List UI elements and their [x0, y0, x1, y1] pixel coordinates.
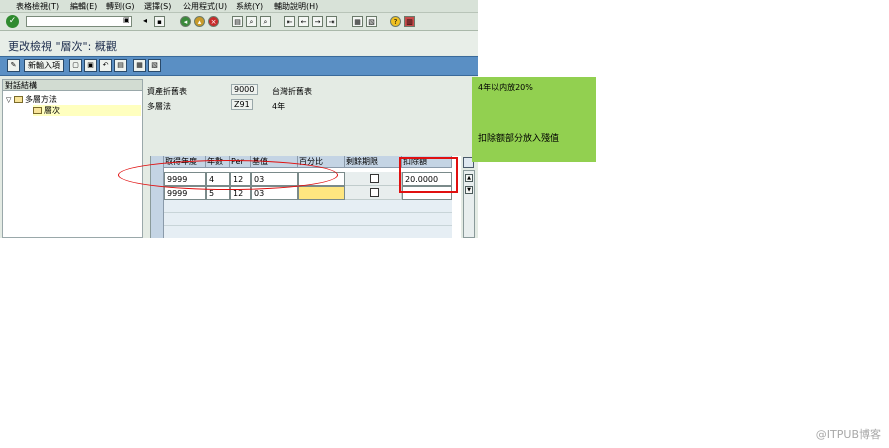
- back-arrow-icon[interactable]: ◂: [143, 16, 147, 25]
- depreciation-key-field: 9000: [231, 84, 258, 95]
- menu-utilities[interactable]: 公用程式(U): [183, 1, 227, 12]
- menu-help[interactable]: 輔助說明(H): [274, 1, 318, 12]
- vertical-scrollbar[interactable]: ▲ ▼: [463, 170, 475, 238]
- multilevel-method-description: 4年: [272, 102, 286, 111]
- table-row-empty[interactable]: [164, 226, 452, 238]
- cell-remaining-life: [345, 172, 402, 186]
- depreciation-key-label: 資產折舊表: [147, 87, 187, 96]
- red-box-annotation: [399, 157, 458, 193]
- remaining-life-checkbox[interactable]: [370, 188, 379, 197]
- sap-window: 表格檢視(T) 編輯(E) 轉到(G) 選擇(S) 公用程式(U) 系統(Y) …: [0, 0, 478, 238]
- exit-icon[interactable]: ▴: [194, 16, 205, 27]
- command-field[interactable]: [26, 16, 132, 27]
- prev-page-icon[interactable]: ←: [298, 16, 309, 27]
- help-icon[interactable]: ?: [390, 16, 401, 27]
- menu-bar: 表格檢視(T) 編輯(E) 轉到(G) 選擇(S) 公用程式(U) 系統(Y) …: [0, 0, 478, 13]
- tree-node-level[interactable]: 層次: [33, 105, 141, 116]
- column-header-remaining-life[interactable]: 剩餘期限: [345, 156, 402, 168]
- multilevel-method-label: 多層法: [147, 102, 171, 111]
- application-toolbar: ✎ 新輸入項 ▢ ▣ ↶ ▤ ▦ ▧: [0, 56, 478, 76]
- cell-remaining-life: [345, 186, 402, 200]
- multilevel-method-field: Z91: [231, 99, 253, 110]
- shortcut-icon[interactable]: ▧: [366, 16, 377, 27]
- menu-goto[interactable]: 轉到(G): [106, 1, 134, 12]
- menu-system[interactable]: 系統(Y): [236, 1, 263, 12]
- table-row-empty[interactable]: [164, 213, 452, 226]
- first-page-icon[interactable]: ⇤: [284, 16, 295, 27]
- expand-triangle-icon[interactable]: ▽: [6, 96, 11, 104]
- deselect-all-icon[interactable]: ▧: [148, 59, 161, 72]
- print-icon[interactable]: ▤: [232, 16, 243, 27]
- command-history-icon[interactable]: ▣: [123, 16, 130, 24]
- page-title: 更改檢視 "層次": 概觀: [8, 40, 117, 53]
- select-block-icon[interactable]: ▦: [133, 59, 146, 72]
- dialog-structure-header: 對話結構: [3, 80, 142, 91]
- change-display-icon[interactable]: ✎: [7, 59, 20, 72]
- menu-select[interactable]: 選擇(S): [144, 1, 171, 12]
- find-next-icon[interactable]: ⌕: [260, 16, 271, 27]
- watermark: @ITPUB博客: [815, 428, 881, 441]
- tree-node-multilevel-method[interactable]: ▽ 多層方法: [6, 94, 57, 105]
- new-session-icon[interactable]: ▦: [352, 16, 363, 27]
- copy-as-icon[interactable]: ▢: [69, 59, 82, 72]
- red-ellipse-annotation: [118, 160, 338, 190]
- find-icon[interactable]: ⌕: [246, 16, 257, 27]
- menu-table-view[interactable]: 表格檢視(T): [16, 1, 59, 12]
- scroll-down-icon[interactable]: ▼: [465, 186, 473, 194]
- menu-edit[interactable]: 編輯(E): [70, 1, 97, 12]
- last-page-icon[interactable]: ⇥: [326, 16, 337, 27]
- enter-icon[interactable]: ✓: [6, 15, 19, 28]
- note-line-2: 扣除额部分放入殘值: [478, 134, 560, 144]
- standard-toolbar: ✓ ▣ ◂ ▪ ◂ ▴ × ▤ ⌕ ⌕ ⇤ ← → ⇥ ▦ ▧ ? ▥: [0, 13, 478, 31]
- open-folder-icon: [33, 107, 42, 114]
- folder-icon: [13, 96, 23, 103]
- cell-percentage-focused[interactable]: [298, 186, 345, 200]
- dialog-structure-panel: 對話結構 ▽ 多層方法 層次: [2, 79, 143, 238]
- note-line-1: 4年以内放20%: [478, 83, 533, 92]
- save-icon[interactable]: ▪: [154, 16, 165, 27]
- new-entries-button[interactable]: 新輸入項: [24, 59, 64, 72]
- next-page-icon[interactable]: →: [312, 16, 323, 27]
- select-all-icon[interactable]: ▤: [114, 59, 127, 72]
- table-row-empty[interactable]: [164, 200, 452, 213]
- remaining-life-checkbox[interactable]: [370, 174, 379, 183]
- undo-change-icon[interactable]: ↶: [99, 59, 112, 72]
- scroll-up-icon[interactable]: ▲: [465, 174, 473, 182]
- depreciation-key-description: 台灣折舊表: [272, 87, 312, 96]
- layout-icon[interactable]: ▥: [404, 16, 415, 27]
- cancel-icon[interactable]: ×: [208, 16, 219, 27]
- back-icon[interactable]: ◂: [180, 16, 191, 27]
- delete-icon[interactable]: ▣: [84, 59, 97, 72]
